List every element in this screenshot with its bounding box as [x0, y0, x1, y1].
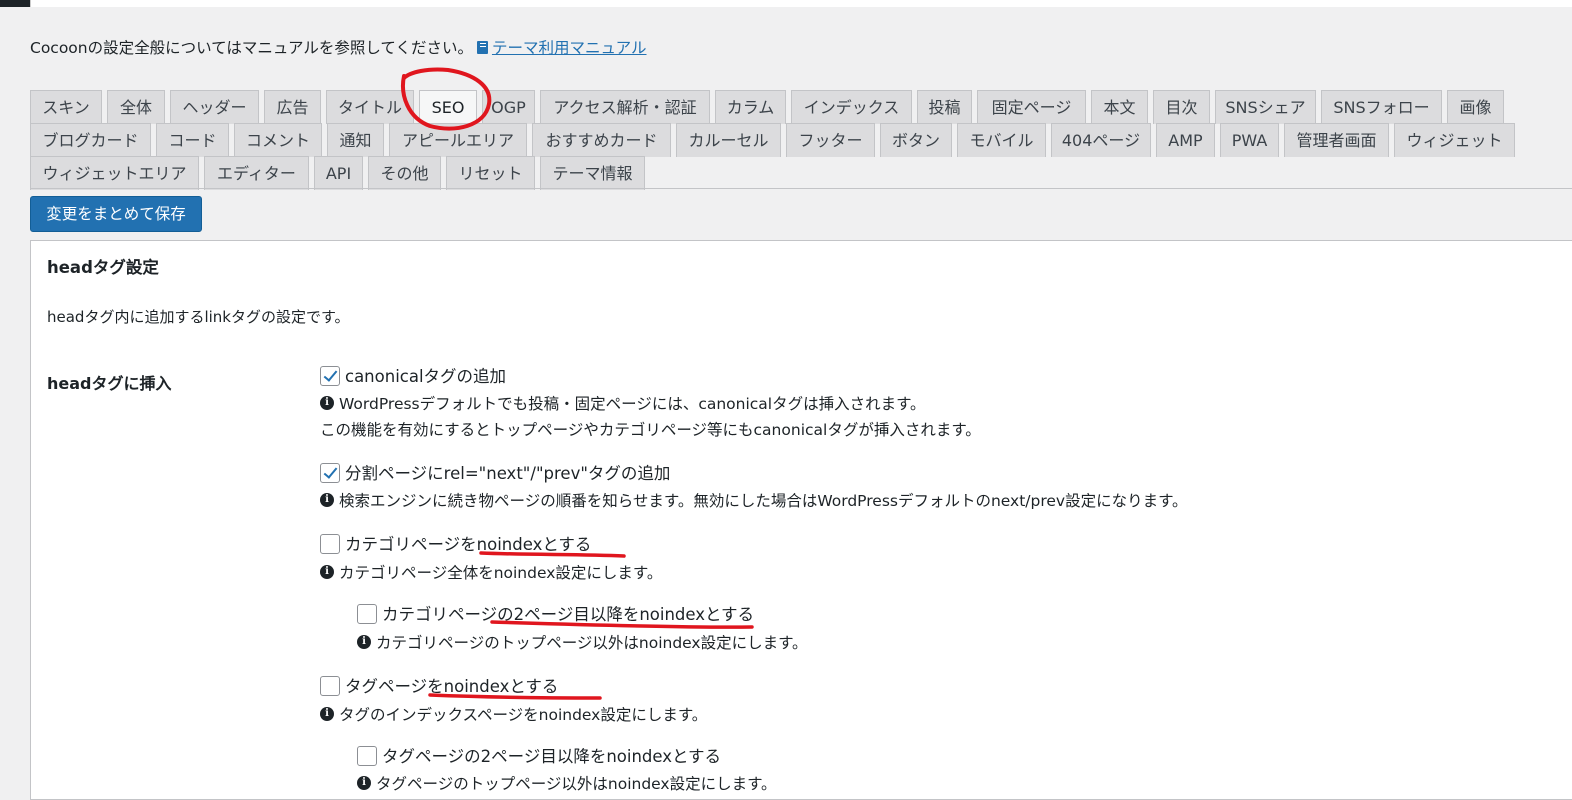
info-icon: i: [320, 706, 334, 721]
tab-row-2: ブログカード コード コメント 通知 アピールエリア おすすめカード カルーセル…: [30, 123, 1572, 157]
category-noindex-label: カテゴリページをnoindexとする: [345, 535, 592, 554]
intro-text: Cocoonの設定全般についてはマニュアルを参照してください。: [30, 39, 473, 57]
tab-column[interactable]: カラム: [715, 90, 786, 124]
tab-code[interactable]: コード: [156, 123, 229, 157]
tab-post[interactable]: 投稿: [917, 90, 972, 124]
tab-widget[interactable]: ウィジェット: [1394, 123, 1515, 157]
category-noindex-note: i カテゴリページ全体をnoindex設定にします。: [320, 561, 662, 585]
category-noindex-note-text: カテゴリページ全体をnoindex設定にします。: [339, 564, 663, 582]
category-paged-noindex-note: i カテゴリページのトップページ以外はnoindex設定にします。: [357, 631, 808, 655]
tab-api[interactable]: API: [314, 156, 363, 190]
intro-line: Cocoonの設定全般についてはマニュアルを参照してください。 テーマ利用マニュア…: [30, 36, 647, 58]
tabs-divider: [30, 188, 1572, 189]
settings-tabs: スキン 全体 ヘッダー 広告 タイトル SEO OGP アクセス解析・認証 カラ…: [30, 90, 1572, 190]
option-tag-paged-noindex[interactable]: タグページの2ページ目以降をnoindexとする: [357, 743, 721, 768]
next-prev-checkbox[interactable]: [320, 462, 340, 483]
tab-index[interactable]: インデックス: [791, 90, 912, 124]
tab-title[interactable]: タイトル: [326, 90, 414, 124]
tab-general[interactable]: 全体: [107, 90, 165, 124]
tab-blogcard[interactable]: ブログカード: [30, 123, 151, 157]
next-prev-note-text: 検索エンジンに続き物ページの順番を知らせます。無効にした場合はWordPress…: [339, 492, 1188, 510]
tab-theme-info[interactable]: テーマ情報: [540, 156, 645, 190]
tab-row-3: ウィジェットエリア エディター API その他 リセット テーマ情報: [30, 156, 1572, 190]
tab-footer[interactable]: フッター: [786, 123, 875, 157]
tag-noindex-checkbox[interactable]: [320, 675, 340, 696]
tab-other[interactable]: その他: [368, 156, 441, 190]
info-icon: i: [320, 564, 334, 579]
tab-header[interactable]: ヘッダー: [170, 90, 259, 124]
option-tag-noindex[interactable]: タグページをnoindexとする: [320, 673, 558, 698]
tab-analytics[interactable]: アクセス解析・認証: [540, 90, 710, 124]
tag-paged-noindex-note: i タグページのトップページ以外はnoindex設定にします。: [357, 772, 777, 796]
tab-toc[interactable]: 目次: [1153, 90, 1210, 124]
tag-paged-noindex-checkbox[interactable]: [357, 745, 377, 766]
category-paged-noindex-checkbox[interactable]: [357, 603, 377, 624]
tab-seo[interactable]: SEO: [419, 90, 477, 125]
tab-editor[interactable]: エディター: [204, 156, 309, 190]
tab-notice[interactable]: 通知: [327, 123, 384, 157]
tab-pwa[interactable]: PWA: [1220, 123, 1279, 157]
tab-carousel[interactable]: カルーセル: [676, 123, 781, 157]
tab-admin[interactable]: 管理者画面: [1284, 123, 1389, 157]
tab-ads[interactable]: 広告: [264, 90, 321, 124]
next-prev-note: i 検索エンジンに続き物ページの順番を知らせます。無効にした場合はWordPres…: [320, 489, 1188, 513]
tag-noindex-note: i タグのインデックスページをnoindex設定にします。: [320, 703, 707, 727]
manual-link[interactable]: テーマ利用マニュアル: [473, 39, 647, 57]
option-category-paged-noindex[interactable]: カテゴリページの2ページ目以降をnoindexとする: [357, 601, 754, 626]
tab-appeal-area[interactable]: アピールエリア: [389, 123, 527, 157]
tab-image[interactable]: 画像: [1447, 90, 1504, 124]
tab-reset[interactable]: リセット: [446, 156, 535, 190]
book-icon: [476, 41, 488, 54]
section-title: headタグ設定: [47, 258, 159, 277]
tag-paged-noindex-note-text: タグページのトップページ以外はnoindex設定にします。: [376, 775, 777, 793]
manual-link-label: テーマ利用マニュアル: [491, 39, 647, 57]
canonical-label: canonicalタグの追加: [345, 367, 507, 386]
tab-comment[interactable]: コメント: [234, 123, 322, 157]
top-bar-inner: [30, 0, 1572, 7]
tab-button[interactable]: ボタン: [880, 123, 952, 157]
tab-sns-follow[interactable]: SNSフォロー: [1321, 90, 1442, 124]
option-canonical[interactable]: canonicalタグの追加: [320, 363, 506, 388]
category-noindex-checkbox[interactable]: [320, 533, 340, 554]
tab-ogp[interactable]: OGP: [482, 90, 535, 124]
tab-sns-share[interactable]: SNSシェア: [1215, 90, 1316, 124]
canonical-note-2: この機能を有効にするとトップページやカテゴリページ等にもcanonicalタグが…: [320, 421, 981, 439]
tab-404[interactable]: 404ページ: [1051, 123, 1151, 157]
category-paged-noindex-label: カテゴリページの2ページ目以降をnoindexとする: [382, 605, 755, 624]
tab-mobile[interactable]: モバイル: [957, 123, 1046, 157]
canonical-checkbox[interactable]: [320, 365, 340, 386]
canonical-note-1-text: WordPressデフォルトでも投稿・固定ページには、canonicalタグは挿…: [339, 395, 926, 413]
tag-paged-noindex-label: タグページの2ページ目以降をnoindexとする: [382, 747, 722, 766]
section-description: headタグ内に追加するlinkタグの設定です。: [47, 308, 350, 326]
option-next-prev[interactable]: 分割ページにrel="next"/"prev"タグの追加: [320, 460, 670, 485]
tab-row-1: スキン 全体 ヘッダー 広告 タイトル SEO OGP アクセス解析・認証 カラ…: [30, 90, 1572, 125]
info-icon: i: [357, 634, 371, 649]
option-category-noindex[interactable]: カテゴリページをnoindexとする: [320, 531, 591, 556]
row-label: headタグに挿入: [47, 374, 172, 393]
tab-body[interactable]: 本文: [1091, 90, 1148, 124]
save-all-button[interactable]: 変更をまとめて保存: [30, 196, 202, 232]
tab-amp[interactable]: AMP: [1156, 123, 1215, 157]
tag-noindex-label: タグページをnoindexとする: [345, 677, 559, 696]
category-paged-noindex-note-text: カテゴリページのトップページ以外はnoindex設定にします。: [376, 634, 808, 652]
tab-widget-area[interactable]: ウィジェットエリア: [30, 156, 199, 190]
admin-top-bar: [0, 0, 1572, 7]
canonical-note-1: i WordPressデフォルトでも投稿・固定ページには、canonicalタグは…: [320, 392, 926, 416]
tag-noindex-note-text: タグのインデックスページをnoindex設定にします。: [339, 706, 708, 724]
info-icon: i: [320, 492, 334, 507]
tab-recommended-cards[interactable]: おすすめカード: [532, 123, 671, 157]
tab-skin[interactable]: スキン: [30, 90, 102, 124]
info-icon: i: [320, 395, 334, 410]
next-prev-label: 分割ページにrel="next"/"prev"タグの追加: [345, 464, 671, 483]
tab-page[interactable]: 固定ページ: [977, 90, 1086, 124]
settings-panel: headタグ設定 headタグ内に追加するlinkタグの設定です。 headタグ…: [30, 240, 1572, 800]
